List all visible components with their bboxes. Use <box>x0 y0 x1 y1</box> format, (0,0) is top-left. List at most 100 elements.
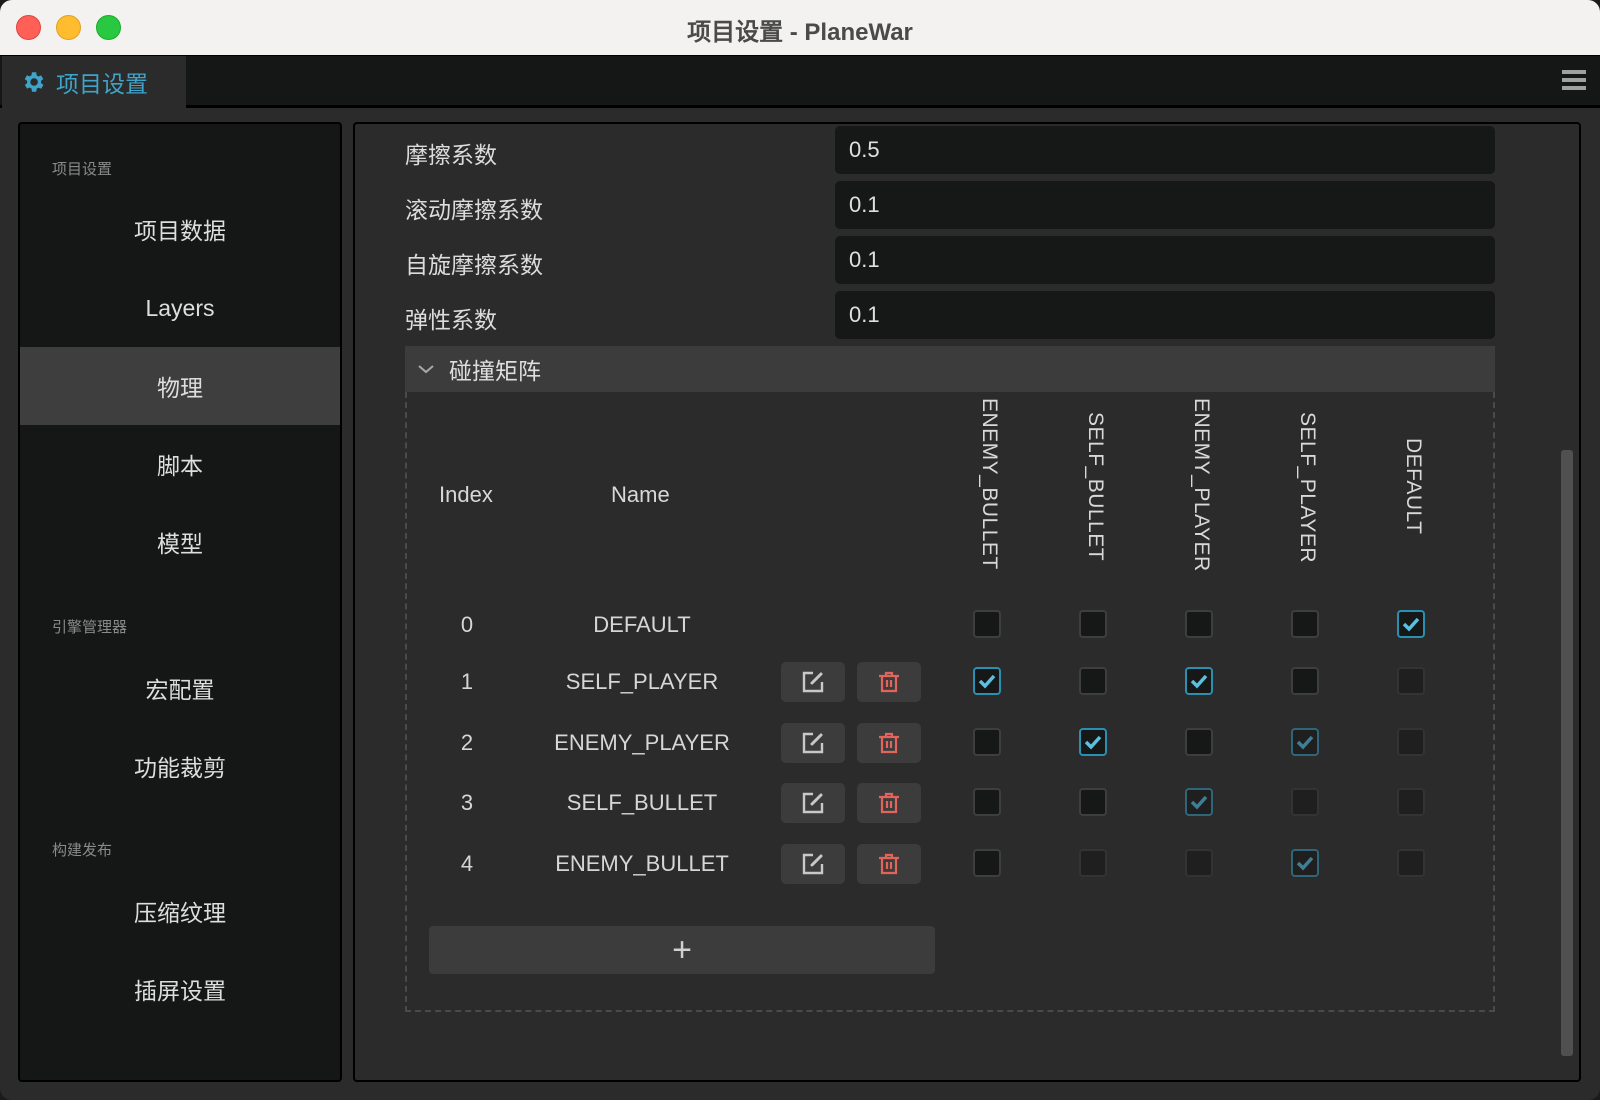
edit-layer-button[interactable] <box>781 723 845 763</box>
sidebar: 项目设置 项目数据 Layers 物理 脚本 模型 引擎管理器 宏配置 功能裁剪… <box>18 122 342 1082</box>
delete-layer-button[interactable] <box>857 783 921 823</box>
delete-layer-button[interactable] <box>857 662 921 702</box>
rolling-friction-input[interactable] <box>835 181 1495 229</box>
project-settings-window: 项目设置 - PlaneWar 项目设置 项目设置 项目数据 Layers 物理… <box>0 0 1600 1100</box>
checkmark-icon <box>1296 856 1314 871</box>
restitution-input[interactable] <box>835 291 1495 339</box>
collision-checkbox-enemy-bullet[interactable] <box>973 610 1001 638</box>
name-header: Name <box>611 482 670 507</box>
edit-layer-button[interactable] <box>781 783 845 823</box>
collision-checkbox-self-bullet[interactable] <box>1079 788 1107 816</box>
row-index: 2 <box>460 730 474 755</box>
collision-checkbox-enemy-player[interactable] <box>1185 728 1213 756</box>
vertical-scrollbar[interactable] <box>1561 450 1573 1056</box>
collision-matrix-header[interactable]: 碰撞矩阵 <box>405 346 1495 392</box>
trash-icon <box>879 792 899 814</box>
column-header: SELF_PLAYER <box>1296 412 1319 564</box>
row-name: ENEMY_BULLET <box>555 851 729 876</box>
edit-icon <box>802 732 824 754</box>
checkmark-icon <box>1084 735 1102 750</box>
collision-checkbox-self-player <box>1291 788 1319 816</box>
delete-layer-button[interactable] <box>857 723 921 763</box>
checkmark-icon <box>1296 735 1314 750</box>
collision-checkbox-default <box>1397 728 1425 756</box>
collision-checkbox-default[interactable] <box>1397 610 1425 638</box>
collision-checkbox-self-player[interactable] <box>1291 667 1319 695</box>
sidebar-item-macro-config[interactable]: 宏配置 <box>20 649 340 727</box>
edit-icon <box>802 792 824 814</box>
checkmark-icon <box>1190 674 1208 689</box>
content-area: 项目设置 项目数据 Layers 物理 脚本 模型 引擎管理器 宏配置 功能裁剪… <box>0 108 1600 1100</box>
window-title: 项目设置 - PlaneWar <box>687 19 913 46</box>
checkmark-icon <box>1190 795 1208 810</box>
sidebar-item-models[interactable]: 模型 <box>20 503 340 581</box>
row-index: 0 <box>460 612 474 637</box>
checkmark-icon <box>1402 617 1420 632</box>
collision-checkbox-enemy-bullet[interactable] <box>973 788 1001 816</box>
sidebar-item-scripts[interactable]: 脚本 <box>20 425 340 503</box>
collision-checkbox-self-bullet[interactable] <box>1079 728 1107 756</box>
edit-layer-button[interactable] <box>781 662 845 702</box>
collision-checkbox-enemy-player <box>1185 788 1213 816</box>
row-index: 3 <box>460 790 474 815</box>
sidebar-item-texture-compression[interactable]: 压缩纹理 <box>20 872 340 950</box>
collision-checkbox-default <box>1397 788 1425 816</box>
tab-bar: 项目设置 <box>0 56 1600 108</box>
friction-label: 摩擦系数 <box>405 142 497 168</box>
collision-checkbox-enemy-player[interactable] <box>1185 610 1213 638</box>
collision-checkbox-self-player <box>1291 849 1319 877</box>
sidebar-item-project-data[interactable]: 项目数据 <box>20 190 340 268</box>
gear-icon <box>24 72 44 92</box>
sidebar-section-label: 项目设置 <box>52 161 113 178</box>
row-name: SELF_PLAYER <box>565 669 719 694</box>
collision-checkbox-self-player[interactable] <box>1291 610 1319 638</box>
row-name: DEFAULT <box>593 612 691 637</box>
spinning-friction-label: 自旋摩擦系数 <box>405 252 543 278</box>
restitution-row: 弹性系数 <box>405 291 1535 339</box>
collision-checkbox-self-bullet <box>1079 849 1107 877</box>
row-name: SELF_BULLET <box>566 790 718 815</box>
sidebar-section-label: 引擎管理器 <box>52 619 128 636</box>
collision-matrix-title: 碰撞矩阵 <box>449 358 541 384</box>
rolling-friction-label: 滚动摩擦系数 <box>405 197 543 223</box>
collision-checkbox-self-bullet[interactable] <box>1079 667 1107 695</box>
row-name: ENEMY_PLAYER <box>554 730 730 755</box>
spinning-friction-row: 自旋摩擦系数 <box>405 236 1535 284</box>
collision-checkbox-enemy-player[interactable] <box>1185 667 1213 695</box>
collision-checkbox-enemy-bullet[interactable] <box>973 667 1001 695</box>
row-index: 4 <box>460 851 474 876</box>
spinning-friction-input[interactable] <box>835 236 1495 284</box>
column-header: ENEMY_BULLET <box>978 398 1001 570</box>
trash-icon <box>879 732 899 754</box>
collision-checkbox-self-bullet[interactable] <box>1079 610 1107 638</box>
edit-layer-button[interactable] <box>781 844 845 884</box>
chevron-down-icon <box>418 365 434 374</box>
sidebar-item-feature-cropping[interactable]: 功能裁剪 <box>20 727 340 805</box>
trash-icon <box>879 853 899 875</box>
restitution-label: 弹性系数 <box>405 307 497 333</box>
delete-layer-button[interactable] <box>857 844 921 884</box>
collision-checkbox-default <box>1397 667 1425 695</box>
collision-checkbox-enemy-bullet[interactable] <box>973 728 1001 756</box>
sidebar-section-label: 构建发布 <box>52 842 113 859</box>
trash-icon <box>879 671 899 693</box>
collision-matrix: Index Name ENEMY_BULLET SELF_BULLET ENEM… <box>405 392 1495 1012</box>
title-bar: 项目设置 - PlaneWar <box>0 0 1600 56</box>
row-index: 1 <box>460 669 474 694</box>
tab-project-settings[interactable]: 项目设置 <box>2 56 186 108</box>
collision-checkbox-enemy-player <box>1185 849 1213 877</box>
physics-panel: 摩擦系数 滚动摩擦系数 自旋摩擦系数 弹性系数 碰撞矩阵 <box>353 122 1581 1082</box>
edit-icon <box>802 671 824 693</box>
index-header: Index <box>439 482 493 507</box>
friction-input[interactable] <box>835 126 1495 174</box>
sidebar-item-splash-settings[interactable]: 插屏设置 <box>20 950 340 1028</box>
column-header: DEFAULT <box>1402 438 1425 535</box>
add-layer-button[interactable]: + <box>429 926 935 974</box>
collision-checkbox-enemy-bullet[interactable] <box>973 849 1001 877</box>
column-header: ENEMY_PLAYER <box>1190 398 1213 572</box>
hamburger-menu-icon[interactable] <box>1562 70 1586 92</box>
sidebar-item-physics[interactable]: 物理 <box>20 347 340 425</box>
collision-checkbox-default <box>1397 849 1425 877</box>
sidebar-item-layers[interactable]: Layers <box>20 269 340 347</box>
tab-label: 项目设置 <box>56 71 148 97</box>
